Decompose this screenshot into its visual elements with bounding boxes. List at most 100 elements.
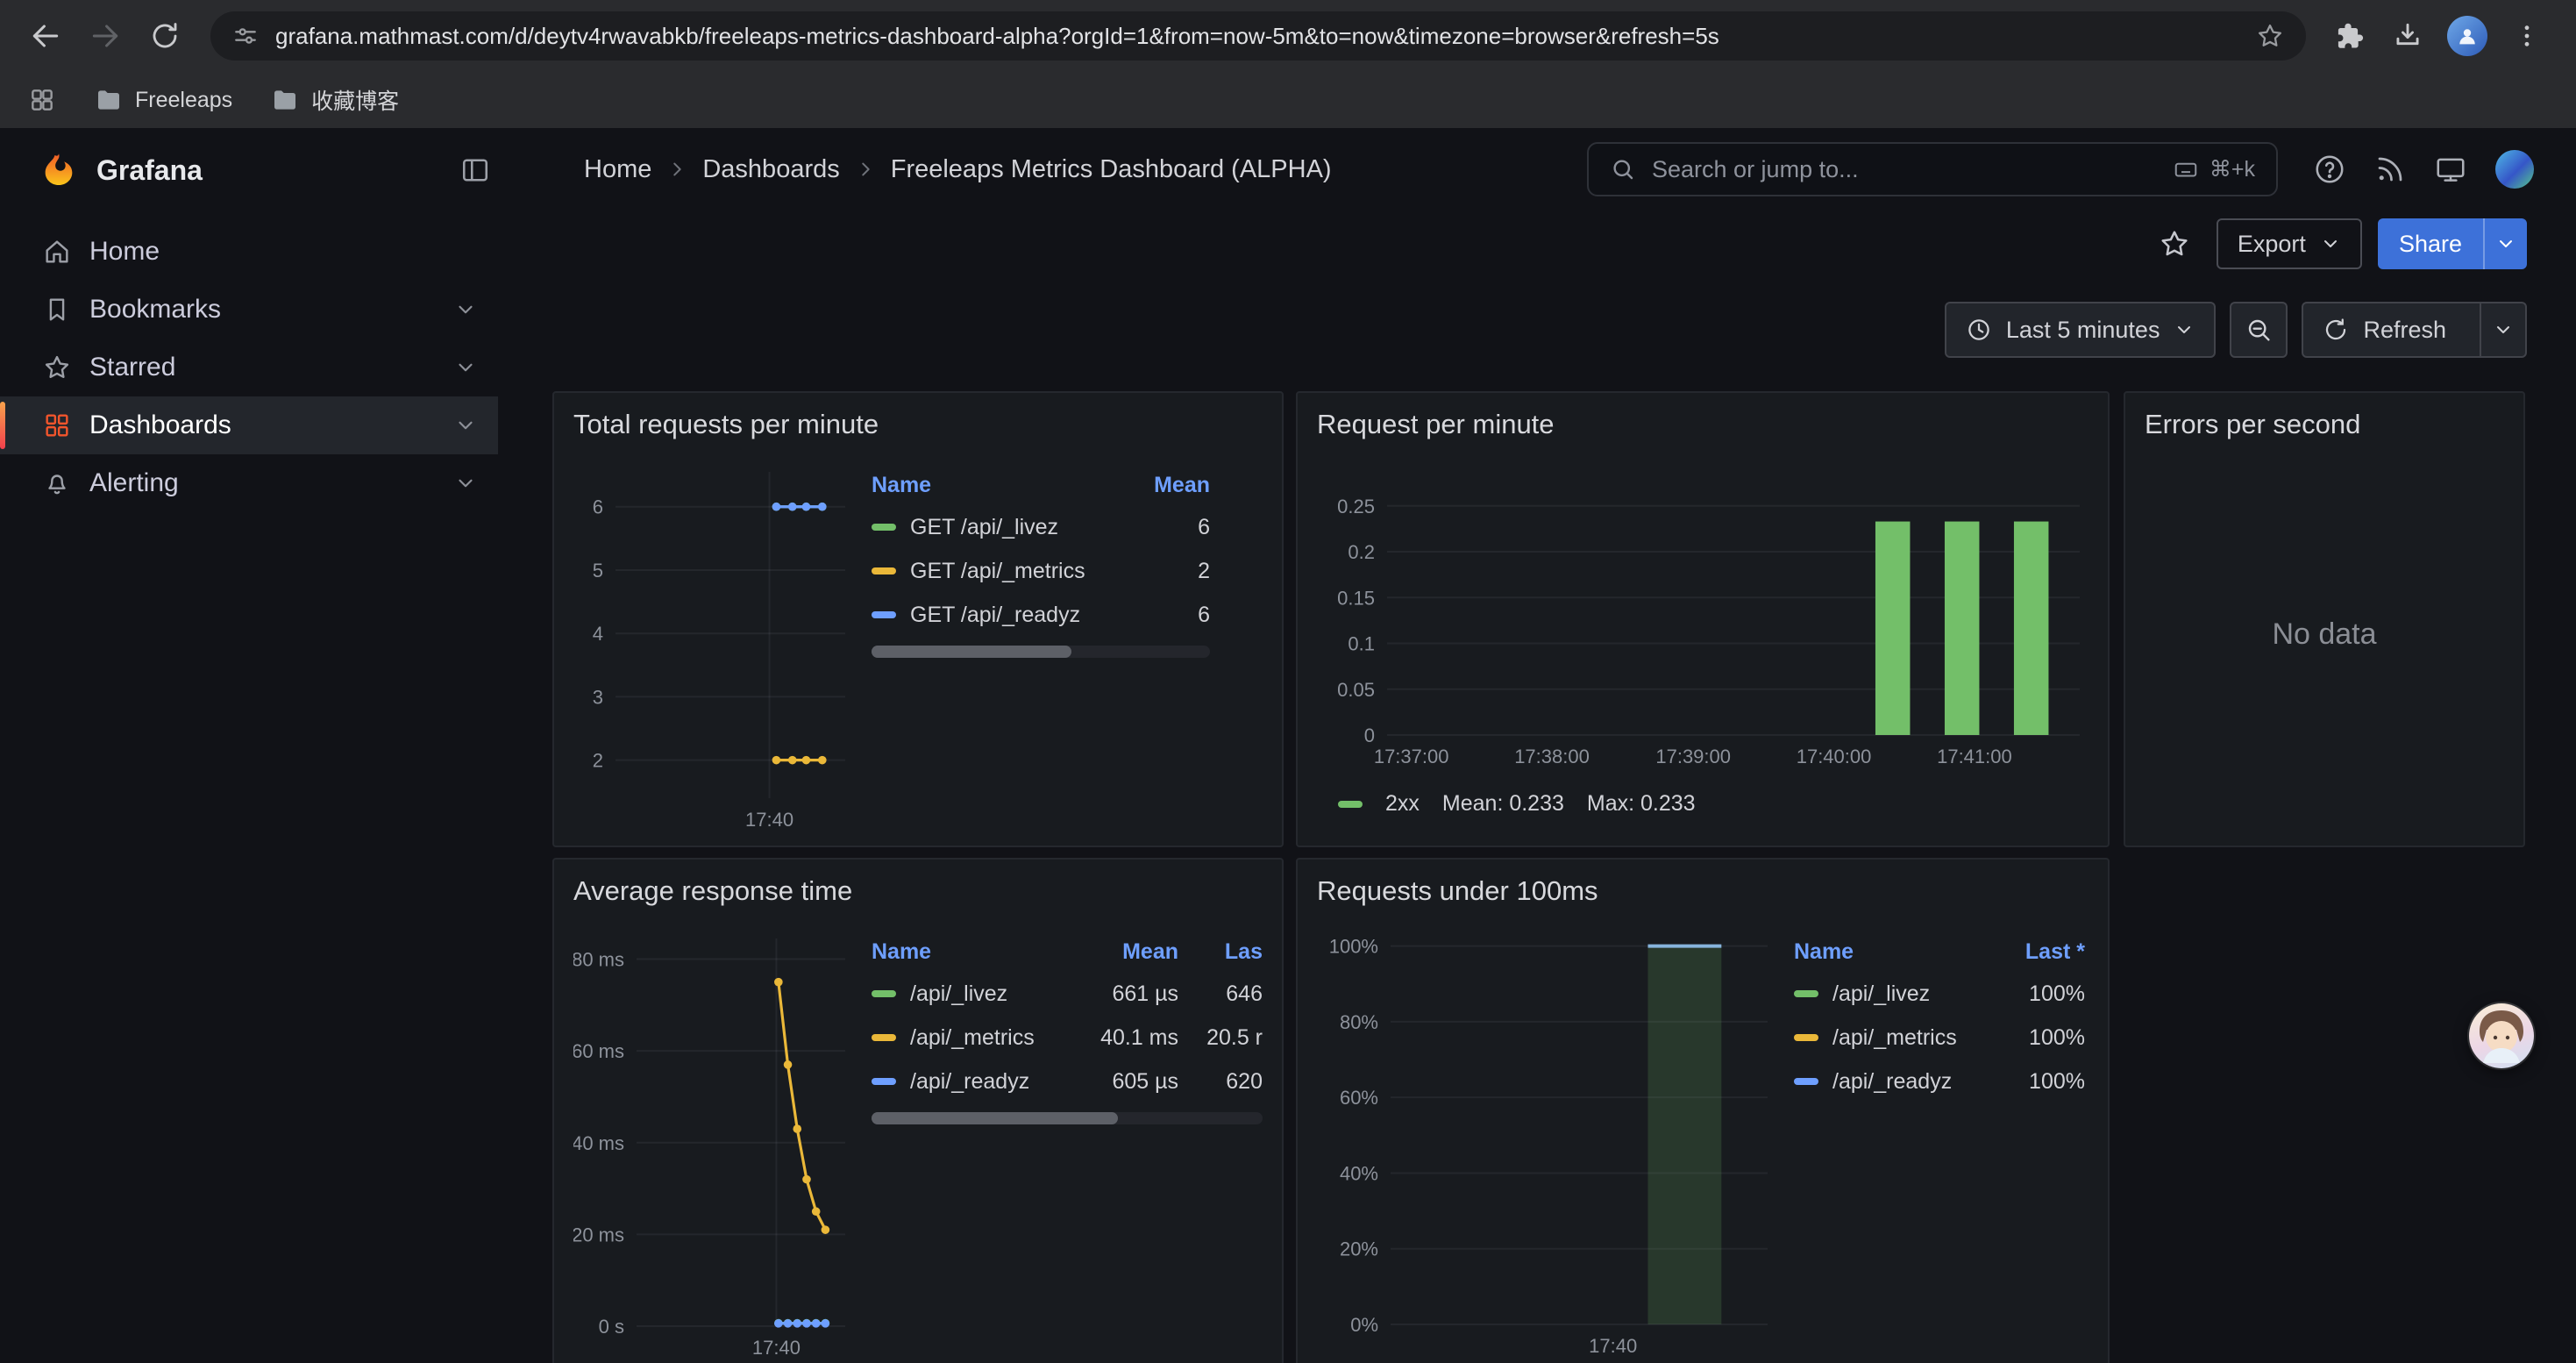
breadcrumb-dashboards[interactable]: Dashboards [702,155,839,184]
svg-text:5: 5 [593,560,603,582]
chevron-down-icon[interactable] [454,298,477,321]
chevron-down-icon [2320,233,2341,254]
browser-profile-button[interactable] [2439,8,2495,64]
legend-row[interactable]: /api/_readyz605 µs620 [872,1060,1263,1103]
downloads-button[interactable] [2380,8,2436,64]
rss-icon[interactable] [2374,153,2406,185]
chevron-down-icon[interactable] [454,472,477,495]
chevron-down-icon[interactable] [454,356,477,379]
legend-column-header[interactable]: Mean [1133,473,1210,498]
svg-text:17:39:00: 17:39:00 [1655,746,1731,767]
series-color-dash [1338,801,1363,808]
sidebar-item-home[interactable]: Home [0,223,498,281]
chevron-down-icon [2174,319,2195,340]
legend-column-header[interactable]: Name [1794,939,1980,965]
dashboards-icon [42,410,72,440]
share-label: Share [2378,218,2483,269]
folder-icon [95,86,123,114]
panel-title[interactable]: Requests under 100ms [1317,872,2089,910]
reload-button[interactable] [137,8,193,64]
favorite-star-button[interactable] [2148,218,2201,269]
user-avatar[interactable] [2495,150,2534,189]
assistant-avatar[interactable] [2469,1003,2534,1068]
home-icon [42,237,72,267]
series-value: 100% [1980,1069,2085,1095]
panel-title[interactable]: Request per minute [1317,405,2089,444]
chevron-down-icon[interactable] [454,414,477,437]
refresh-interval-button[interactable] [2480,303,2525,356]
share-menu-button[interactable] [2483,218,2527,269]
legend-row[interactable]: /api/_livez661 µs646 [872,972,1263,1016]
help-icon[interactable] [2313,153,2346,186]
brand-name[interactable]: Grafana [96,154,442,187]
share-button[interactable]: Share [2378,218,2527,269]
legend-row[interactable]: GET /api/_metrics2 [872,549,1210,593]
url-bar[interactable]: grafana.mathmast.com/d/deytv4rwavabkb/fr… [210,11,2306,61]
svg-text:0.25: 0.25 [1337,496,1375,517]
svg-text:0.1: 0.1 [1348,633,1375,655]
extensions-button[interactable] [2320,8,2376,64]
export-button[interactable]: Export [2217,218,2362,269]
panel-title[interactable]: Average response time [573,872,1263,910]
scrollbar-thumb[interactable] [872,646,1071,658]
average-response-time-chart: 80 ms60 ms40 ms20 ms0 s17:40 [573,921,854,1363]
forward-button[interactable] [77,8,133,64]
sidebar-toggle-button[interactable] [459,154,491,186]
scrollbar-thumb[interactable] [872,1112,1118,1124]
legend-row[interactable]: GET /api/_livez6 [872,505,1210,549]
grafana-logo[interactable] [39,150,79,190]
sidebar-item-bookmarks[interactable]: Bookmarks [0,281,498,339]
breadcrumb-home[interactable]: Home [584,155,651,184]
url-text[interactable]: grafana.mathmast.com/d/deytv4rwavabkb/fr… [275,23,2239,50]
svg-text:60 ms: 60 ms [573,1040,624,1062]
site-settings-icon[interactable] [231,22,260,50]
series-value: 661 µs [1080,981,1178,1007]
svg-text:17:40:00: 17:40:00 [1797,746,1872,767]
panel-title[interactable]: Errors per second [2145,405,2504,444]
browser-menu-button[interactable] [2499,8,2555,64]
back-button[interactable] [18,8,74,64]
search-input[interactable]: Search or jump to... ⌘+k [1587,142,2278,196]
legend-row[interactable]: /api/_readyz100% [1794,1060,2085,1103]
refresh-main[interactable]: Refresh [2303,303,2466,356]
chevron-right-icon [856,160,875,179]
legend-row[interactable]: /api/_metrics40.1 ms20.5 r [872,1016,1263,1060]
browser-chrome: grafana.mathmast.com/d/deytv4rwavabkb/fr… [0,0,2576,128]
panel-title[interactable]: Total requests per minute [573,405,1263,444]
extensions-icon [2332,20,2364,52]
time-range-picker[interactable]: Last 5 minutes [1945,302,2217,358]
legend-column-header[interactable]: Name [872,473,1133,498]
svg-text:0.2: 0.2 [1348,541,1375,563]
chevron-down-icon [2495,233,2516,254]
bookmark-star-icon[interactable] [2255,21,2285,51]
legend-scrollbar[interactable] [872,1112,1263,1124]
series-name: /api/_metrics [1832,1025,1957,1051]
screen: grafana.mathmast.com/d/deytv4rwavabkb/fr… [0,0,2576,1363]
legend-row[interactable]: GET /api/_readyz6 [872,593,1210,637]
apps-grid-icon[interactable] [28,86,56,114]
bookmark-folder-blogs[interactable]: 收藏博客 [271,84,399,116]
total-requests-chart: 6543217:40 [573,454,854,833]
search-placeholder: Search or jump to... [1652,156,1859,183]
legend-scrollbar[interactable] [872,646,1210,658]
legend-column-header[interactable]: Name [872,939,1080,965]
legend-row[interactable]: /api/_livez100% [1794,972,2085,1016]
legend-row[interactable]: /api/_metrics100% [1794,1016,2085,1060]
series-label[interactable]: 2xx [1385,791,1420,817]
series-name: /api/_metrics [910,1025,1035,1051]
legend-column-header[interactable]: Las [1178,939,1263,965]
refresh-icon [2323,317,2349,343]
monitor-icon[interactable] [2434,153,2467,186]
bookmarks-bar: Freeleaps 收藏博客 [0,72,2576,128]
legend-header: NameMean [872,465,1210,505]
zoom-out-button[interactable] [2230,302,2288,358]
bookmark-folder-freeleaps[interactable]: Freeleaps [95,86,232,114]
legend-column-header[interactable]: Last * [1980,939,2085,965]
refresh-button[interactable]: Refresh [2302,302,2527,358]
sidebar-item-starred[interactable]: Starred [0,339,498,396]
sidebar-item-label: Alerting [89,468,179,498]
sidebar-item-dashboards[interactable]: Dashboards [0,396,498,454]
star-icon [2158,227,2191,260]
legend-column-header[interactable]: Mean [1080,939,1178,965]
sidebar-item-alerting[interactable]: Alerting [0,454,498,512]
